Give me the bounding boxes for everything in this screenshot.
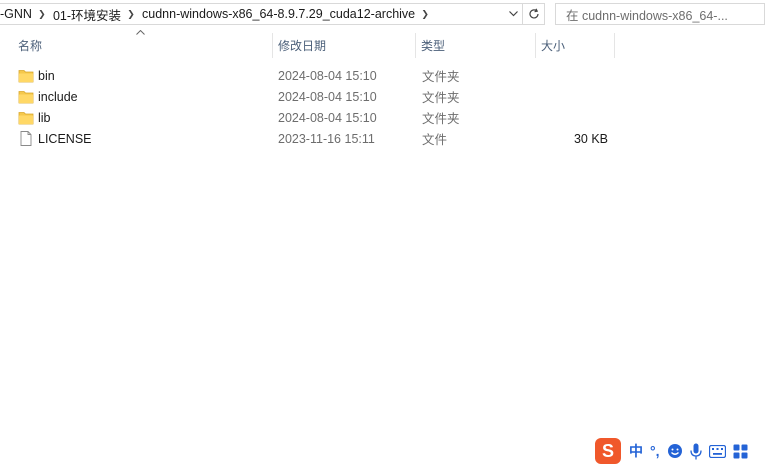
ime-toolbar: S 中 °, xyxy=(594,436,748,466)
file-type: 文件夹 xyxy=(422,112,460,126)
file-size xyxy=(541,86,608,107)
column-header-label[interactable]: 大小 xyxy=(541,37,565,54)
chevron-right-icon[interactable]: ❯ xyxy=(36,9,48,20)
file-type: 文件夹 xyxy=(422,91,460,105)
search-placeholder[interactable]: 在 cudnn-windows-x86_64-... xyxy=(566,5,728,24)
file-type: 文件夹 xyxy=(422,70,460,84)
folder-icon xyxy=(18,89,34,104)
breadcrumb-label[interactable]: 01-环境安装 xyxy=(48,5,125,24)
column-divider[interactable] xyxy=(535,33,536,58)
file-name[interactable]: include xyxy=(38,86,78,107)
sogou-logo-icon[interactable]: S xyxy=(594,438,622,464)
address-bar[interactable]: -GNN ❯ 01-环境安装 ❯ cudnn-windows-x86_64-8.… xyxy=(0,3,545,25)
file-date: 2023-11-16 15:11 xyxy=(278,131,375,146)
chevron-right-icon[interactable]: ❯ xyxy=(125,9,137,20)
column-divider[interactable] xyxy=(614,33,615,58)
svg-text:S: S xyxy=(602,441,614,461)
file-name[interactable]: bin xyxy=(38,65,55,86)
file-date: 2024-08-04 15:10 xyxy=(278,89,377,104)
file-row-bin[interactable]: bin 2024-08-04 15:10 文件夹 xyxy=(14,65,614,86)
ime-language-label[interactable]: 中 xyxy=(629,441,643,461)
microphone-icon[interactable] xyxy=(689,439,702,463)
breadcrumb-label[interactable]: cudnn-windows-x86_64-8.9.7.29_cuda12-arc… xyxy=(137,7,419,21)
column-header-size[interactable]: 大小 xyxy=(541,33,611,58)
refresh-icon[interactable] xyxy=(522,4,544,24)
chevron-down-icon[interactable] xyxy=(504,4,522,24)
column-divider[interactable] xyxy=(272,33,273,58)
address-row: -GNN ❯ 01-环境安装 ❯ cudnn-windows-x86_64-8.… xyxy=(0,0,769,30)
file-icon xyxy=(18,131,34,146)
ime-punctuation-label[interactable]: °, xyxy=(650,443,660,459)
column-header-label[interactable]: 修改日期 xyxy=(278,37,326,54)
column-header-name[interactable]: 名称 xyxy=(18,33,268,58)
column-header-label[interactable]: 类型 xyxy=(421,37,445,54)
file-row-lib[interactable]: lib 2024-08-04 15:10 文件夹 xyxy=(14,107,614,128)
ime-punctuation-toggle[interactable]: °, xyxy=(650,439,660,463)
file-size xyxy=(541,65,608,86)
file-name[interactable]: LICENSE xyxy=(38,128,92,149)
file-date: 2024-08-04 15:10 xyxy=(278,110,377,125)
search-input[interactable]: 在 cudnn-windows-x86_64-... xyxy=(555,3,765,25)
file-type: 文件 xyxy=(422,133,448,147)
breadcrumb-label[interactable]: -GNN xyxy=(0,7,36,21)
grid-menu-icon[interactable] xyxy=(733,439,748,463)
column-header-label[interactable]: 名称 xyxy=(18,37,42,54)
file-row-license[interactable]: LICENSE 2023-11-16 15:11 文件 30 KB xyxy=(14,128,614,149)
breadcrumb-gnn[interactable]: -GNN ❯ xyxy=(0,4,48,24)
keyboard-icon[interactable] xyxy=(708,439,726,463)
column-divider[interactable] xyxy=(415,33,416,58)
chevron-right-icon[interactable]: ❯ xyxy=(419,9,431,20)
emoji-icon[interactable] xyxy=(667,439,683,463)
ime-language-toggle[interactable]: 中 xyxy=(629,439,643,463)
breadcrumb-env-install[interactable]: 01-环境安装 ❯ xyxy=(48,4,137,24)
folder-icon xyxy=(18,68,34,83)
file-row-include[interactable]: include 2024-08-04 15:10 文件夹 xyxy=(14,86,614,107)
folder-icon xyxy=(18,110,34,125)
column-header-date[interactable]: 修改日期 xyxy=(278,33,413,58)
file-date: 2024-08-04 15:10 xyxy=(278,68,377,83)
breadcrumb-cudnn[interactable]: cudnn-windows-x86_64-8.9.7.29_cuda12-arc… xyxy=(137,4,431,24)
column-header-type[interactable]: 类型 xyxy=(421,33,531,58)
file-size xyxy=(541,107,608,128)
file-size: 30 KB xyxy=(573,131,608,146)
file-name[interactable]: lib xyxy=(38,107,51,128)
